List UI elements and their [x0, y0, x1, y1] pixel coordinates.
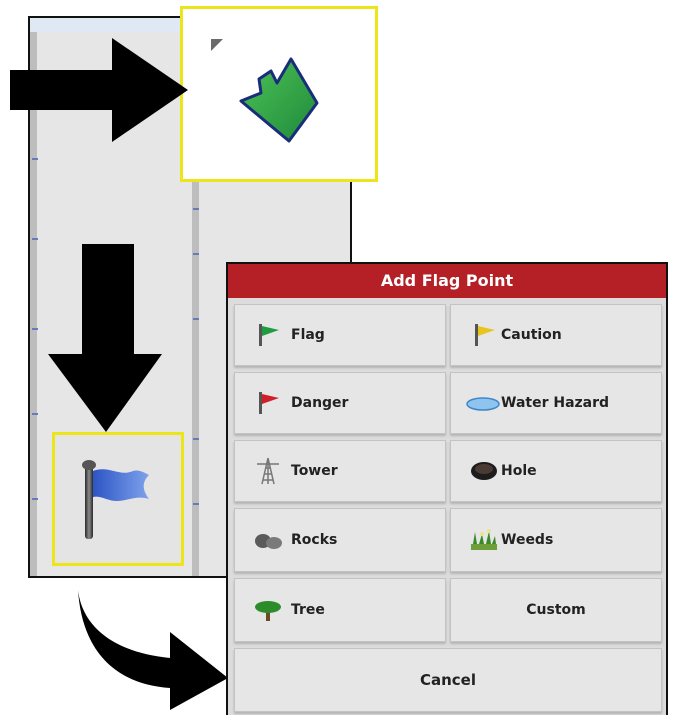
- danger-option-button[interactable]: Danger: [234, 372, 446, 434]
- tower-option-button[interactable]: Tower: [234, 440, 446, 502]
- water-puddle-icon: [466, 397, 500, 411]
- ruler-tick: [32, 328, 38, 330]
- ruler-tick: [193, 438, 199, 440]
- danger-option-label: Danger: [291, 395, 349, 411]
- tower-icon: [257, 457, 279, 485]
- ruler-tick: [32, 158, 38, 160]
- custom-option-label: Custom: [526, 602, 586, 618]
- flag-option-button[interactable]: Flag: [234, 304, 446, 366]
- ruler-tick: [193, 253, 199, 255]
- yellow-flag-icon: [475, 324, 495, 346]
- cancel-label: Cancel: [419, 671, 476, 689]
- hole-option-label: Hole: [501, 463, 537, 479]
- caution-option-button[interactable]: Caution: [450, 304, 662, 366]
- hole-icon: [471, 462, 497, 480]
- tower-option-label: Tower: [291, 463, 338, 479]
- weeds-option-label: Weeds: [501, 532, 554, 548]
- water-hazard-option-button[interactable]: Water Hazard: [450, 372, 662, 434]
- add-flag-button[interactable]: [52, 432, 184, 566]
- tree-option-label: Tree: [291, 602, 325, 618]
- caution-option-label: Caution: [501, 327, 562, 343]
- cancel-button[interactable]: Cancel: [234, 648, 662, 712]
- flag-option-label: Flag: [291, 327, 325, 343]
- hole-option-button[interactable]: Hole: [450, 440, 662, 502]
- corner-marker-icon: [211, 39, 223, 51]
- down-arrow-icon: [48, 244, 162, 432]
- flag-icon: [82, 460, 149, 539]
- ruler-tick: [32, 238, 38, 240]
- weeds-icon: [471, 529, 497, 550]
- rocks-option-label: Rocks: [291, 532, 338, 548]
- rocks-option-button[interactable]: Rocks: [234, 508, 446, 572]
- green-flag-icon: [259, 324, 279, 346]
- weeds-option-button[interactable]: Weeds: [450, 508, 662, 572]
- curved-arrow-icon: [78, 590, 228, 710]
- field-boundary-icon: [239, 57, 319, 143]
- field-boundary-button[interactable]: [180, 6, 378, 182]
- water-hazard-option-label: Water Hazard: [501, 395, 610, 411]
- add-flag-point-dialog: Add Flag Point Flag Caution Danger Water…: [226, 262, 668, 715]
- ruler-tick: [32, 413, 38, 415]
- tree-option-button[interactable]: Tree: [234, 578, 446, 642]
- ruler-tick: [193, 503, 199, 505]
- ruler-tick: [193, 318, 199, 320]
- rocks-icon: [255, 534, 282, 549]
- red-flag-icon: [259, 392, 279, 414]
- tree-icon: [255, 601, 281, 621]
- right-arrow-icon: [10, 38, 188, 142]
- ruler-tick: [193, 208, 199, 210]
- ruler-tick: [32, 498, 38, 500]
- custom-option-button[interactable]: Custom: [450, 578, 662, 642]
- dialog-title: Add Flag Point: [228, 264, 666, 298]
